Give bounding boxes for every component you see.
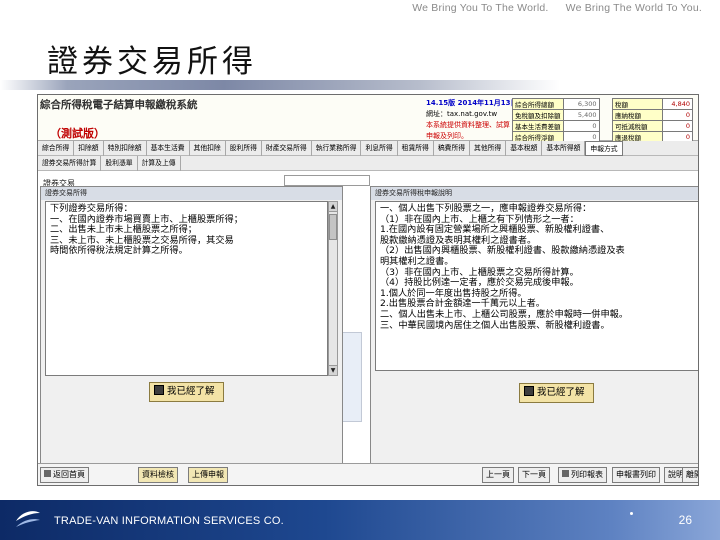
button-icon <box>154 385 164 395</box>
slide-title: 證券交易所得 <box>47 44 257 80</box>
menu-item[interactable]: 基本所得額 <box>542 141 586 156</box>
summary-row: 可抵減稅額 0 <box>612 120 693 132</box>
left-notice-dialog: 證券交易所得 下列證券交易所得： 一、在國內證券市場買賣上市、上櫃股票所得； 二… <box>40 186 343 485</box>
right-dialog-text: 一、個人出售下列股票之一，應申報證券交易所得： （1）非在國內上市、上櫃之有下列… <box>375 201 698 371</box>
menu-item[interactable]: 特別扣除額 <box>104 141 147 156</box>
menu-item[interactable]: 扣除額 <box>74 141 104 156</box>
footer-company-name: TRADE-VAN INFORMATION SERVICES CO. <box>54 515 284 527</box>
version-line: 14.15版 2014年11月13日 <box>426 99 518 107</box>
previous-page-label: 上一頁 <box>486 470 510 479</box>
summary-value: 4,840 <box>662 98 693 110</box>
validate-button[interactable]: 資料檢核 <box>138 467 178 483</box>
scroll-up-arrow-icon[interactable]: ▲ <box>329 202 337 212</box>
scroll-down-arrow-icon[interactable]: ▼ <box>329 365 337 375</box>
print-report-button[interactable]: 列印報表 <box>558 467 607 483</box>
tax-summary-table: 稅額 4,840 應納稅額 0 可抵減稅額 0 應退稅額 0 <box>612 98 693 143</box>
app-info-lines: 14.15版 2014年11月13日 網址：tax.nat.gov.tw 本系統… <box>426 98 518 142</box>
income-summary-table: 綜合所得總額 6,300 免稅額及扣除額 5,400 基本生活費差額 0 綜合所得淨額… <box>512 98 600 143</box>
right-acknowledge-button[interactable]: 我已經了解 <box>519 383 594 403</box>
menu-item[interactable]: 執行業務所得 <box>312 141 362 156</box>
menu-bar-row-2: 證券交易所得計算 股利憑單 計算及上傳 <box>38 156 698 171</box>
menu-item[interactable]: 租賃所得 <box>398 141 434 156</box>
left-dialog-title: 證券交易所得 <box>41 187 342 200</box>
footer-dot <box>630 512 633 515</box>
slogan: We Bring You To The World. We Bring The … <box>398 2 702 14</box>
background-input-field[interactable] <box>284 175 370 186</box>
bottom-toolbar: 返回首頁 資料檢核 上傳申報 上一頁 下一頁 列印報表 申報書列印 說明 離開 <box>38 463 698 485</box>
print-form-button[interactable]: 申報書列印 <box>612 467 660 483</box>
menu-bar-row-1: 綜合所得 扣除額 特別扣除額 基本生活費 其他扣除 股利所得 財產交易所得 執行… <box>38 141 698 156</box>
menu-item-active[interactable]: 申報方式 <box>585 141 623 156</box>
trial-version-label: （測試版） <box>50 127 105 140</box>
company-logo-icon <box>16 511 40 527</box>
menu-item[interactable]: 股利所得 <box>226 141 262 156</box>
next-page-label: 下一頁 <box>522 470 546 479</box>
summary-row: 稅額 4,840 <box>612 98 693 110</box>
summary-value: 0 <box>662 109 693 121</box>
website-line: 網址：tax.nat.gov.tw <box>426 110 498 118</box>
scroll-thumb[interactable] <box>329 214 337 240</box>
left-acknowledge-label: 我已經了解 <box>167 386 215 397</box>
upload-button[interactable]: 上傳申報 <box>188 467 228 483</box>
title-underline <box>0 80 560 90</box>
print-form-label: 申報書列印 <box>616 470 656 479</box>
summary-value: 6,300 <box>562 98 600 110</box>
summary-label: 可抵減稅額 <box>612 120 663 132</box>
validate-button-label: 資料檢核 <box>142 470 174 479</box>
summary-row: 基本生活費差額 0 <box>512 120 600 132</box>
menu-item[interactable]: 綜合所得 <box>38 141 75 156</box>
summary-row: 綜合所得總額 6,300 <box>512 98 600 110</box>
app-header: 綜合所得稅電子結算申報繳稅系統 （測試版） 14.15版 2014年11月13日… <box>38 95 698 143</box>
menu-item[interactable]: 稿費所得 <box>434 141 471 156</box>
summary-label: 稅額 <box>612 98 663 110</box>
left-acknowledge-button[interactable]: 我已經了解 <box>149 382 224 402</box>
slogan-part-1: We Bring You To The World. <box>412 2 549 14</box>
summary-label: 應納稅額 <box>612 109 663 121</box>
slogan-part-2: We Bring The World To You. <box>565 2 702 14</box>
menu-item[interactable]: 其他扣除 <box>190 141 226 156</box>
menu-item-dividend-slip[interactable]: 股利憑單 <box>101 156 138 171</box>
summary-value: 0 <box>662 120 693 132</box>
left-dialog-scrollbar[interactable]: ▲ ▼ <box>328 201 338 376</box>
right-dialog-title: 證券交易所得稅申報說明 <box>371 187 698 200</box>
summary-row: 應納稅額 0 <box>612 109 693 121</box>
home-button-label: 返回首頁 <box>53 470 85 479</box>
button-icon <box>524 386 534 396</box>
upload-button-label: 上傳申報 <box>192 470 224 479</box>
tax-filing-app-window: 綜合所得稅電子結算申報繳稅系統 （測試版） 14.15版 2014年11月13日… <box>37 94 699 486</box>
page-number: 26 <box>678 513 692 527</box>
app-name: 綜合所得稅電子結算申報繳稅系統 <box>40 99 198 111</box>
print-report-label: 列印報表 <box>571 470 603 479</box>
info-line-1: 本系統提供資料整理、試算 <box>426 121 510 129</box>
menu-item-securities-calc[interactable]: 證券交易所得計算 <box>38 156 102 171</box>
summary-label: 綜合所得總額 <box>512 98 564 110</box>
summary-row: 免稅額及扣除額 5,400 <box>512 109 600 121</box>
summary-value: 5,400 <box>562 109 600 121</box>
menu-item[interactable]: 其他所得 <box>470 141 507 156</box>
right-acknowledge-label: 我已經了解 <box>537 387 585 398</box>
summary-value: 0 <box>562 120 600 132</box>
menu-item[interactable]: 基本生活費 <box>147 141 190 156</box>
menu-item[interactable]: 基本稅額 <box>506 141 543 156</box>
previous-page-button[interactable]: 上一頁 <box>482 467 514 483</box>
next-page-button[interactable]: 下一頁 <box>518 467 550 483</box>
home-button[interactable]: 返回首頁 <box>40 467 89 483</box>
home-icon <box>44 470 51 477</box>
summary-label: 基本生活費差額 <box>512 120 564 132</box>
menu-item-calc-upload[interactable]: 計算及上傳 <box>138 156 181 171</box>
print-icon <box>562 470 569 477</box>
menu-item[interactable]: 財產交易所得 <box>262 141 312 156</box>
menu-item[interactable]: 利息所得 <box>361 141 398 156</box>
left-dialog-text: 下列證券交易所得： 一、在國內證券市場買賣上市、上櫃股票所得； 二、出售未上市未… <box>45 201 328 376</box>
exit-label: 離開 <box>686 470 698 479</box>
summary-label: 免稅額及扣除額 <box>512 109 564 121</box>
exit-button[interactable]: 離開 <box>682 467 698 483</box>
right-notice-dialog: 證券交易所得稅申報說明 一、個人出售下列股票之一，應申報證券交易所得： （1）非… <box>370 186 698 485</box>
